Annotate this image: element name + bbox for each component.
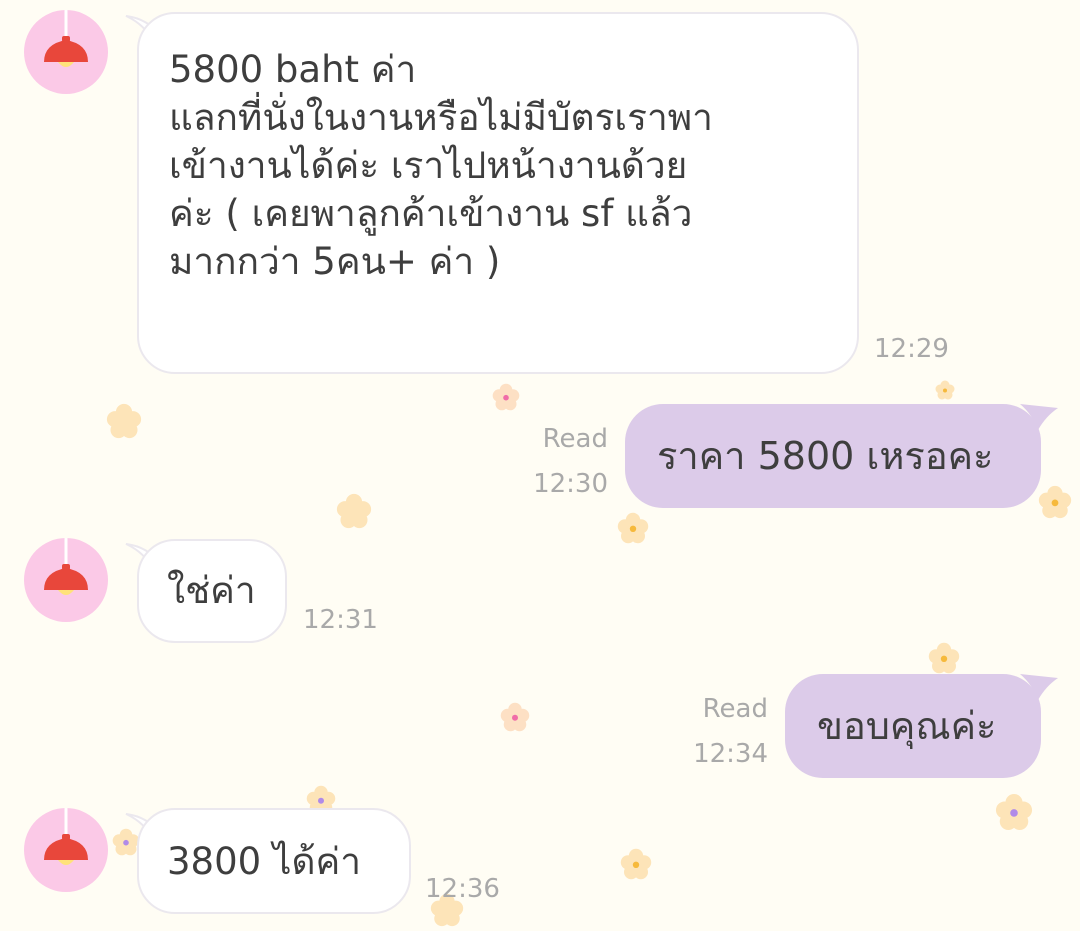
contact-avatar[interactable] (24, 10, 108, 94)
message-time: 12:30 (533, 469, 608, 499)
flower-decoration-icon (336, 493, 372, 529)
flower-decoration-icon (617, 512, 649, 544)
message-time: 12:31 (303, 605, 378, 635)
contact-avatar[interactable] (24, 538, 108, 622)
lamp-icon (44, 538, 88, 595)
message-text: 3800 ได้ค่า (167, 840, 362, 883)
flower-decoration-icon (1038, 485, 1072, 519)
message-text-line: 5800 baht ค่า (169, 48, 417, 91)
message-time: 12:34 (693, 739, 768, 769)
message-text: ขอบคุณค่ะ (817, 704, 997, 748)
lamp-icon (44, 10, 88, 67)
message-time: 12:29 (874, 334, 949, 364)
flower-decoration-icon (492, 383, 520, 411)
message-bubble-incoming[interactable]: 3800 ได้ค่า (137, 808, 411, 914)
read-receipt: Read (702, 694, 768, 724)
flower-decoration-icon (935, 380, 955, 400)
message-bubble-outgoing[interactable]: ขอบคุณค่ะ (785, 674, 1041, 778)
flower-decoration-icon (620, 848, 652, 880)
lamp-icon (44, 808, 88, 865)
message-time: 12:36 (425, 874, 500, 904)
message-text-line: มากกว่า 5คน+ ค่า ) (169, 240, 501, 283)
bubble-tail (1020, 404, 1058, 430)
message-text-line: ค่ะ ( เคยพาลูกค้าเข้างาน sf แล้ว (169, 192, 693, 235)
message-bubble-outgoing[interactable]: ราคา 5800 เหรอคะ (625, 404, 1041, 508)
message-text-line: เข้างานได้ค่ะ เราไปหน้างานด้วย (169, 144, 688, 187)
message-text: ราคา 5800 เหรอคะ (657, 434, 994, 478)
flower-decoration-icon (106, 403, 142, 439)
flower-decoration-icon (500, 702, 530, 732)
flower-decoration-icon (928, 642, 960, 674)
message-text: ใช่ค่า (167, 569, 256, 612)
message-bubble-incoming[interactable]: ใช่ค่า (137, 539, 287, 643)
contact-avatar[interactable] (24, 808, 108, 892)
flower-decoration-icon (995, 793, 1033, 831)
read-receipt: Read (542, 424, 608, 454)
message-bubble-incoming[interactable]: 5800 baht ค่า แลกที่นั่งในงานหรือไม่มีบั… (137, 12, 859, 374)
message-text-line: แลกที่นั่งในงานหรือไม่มีบัตรเราพา (169, 96, 713, 139)
bubble-tail (1020, 674, 1058, 700)
